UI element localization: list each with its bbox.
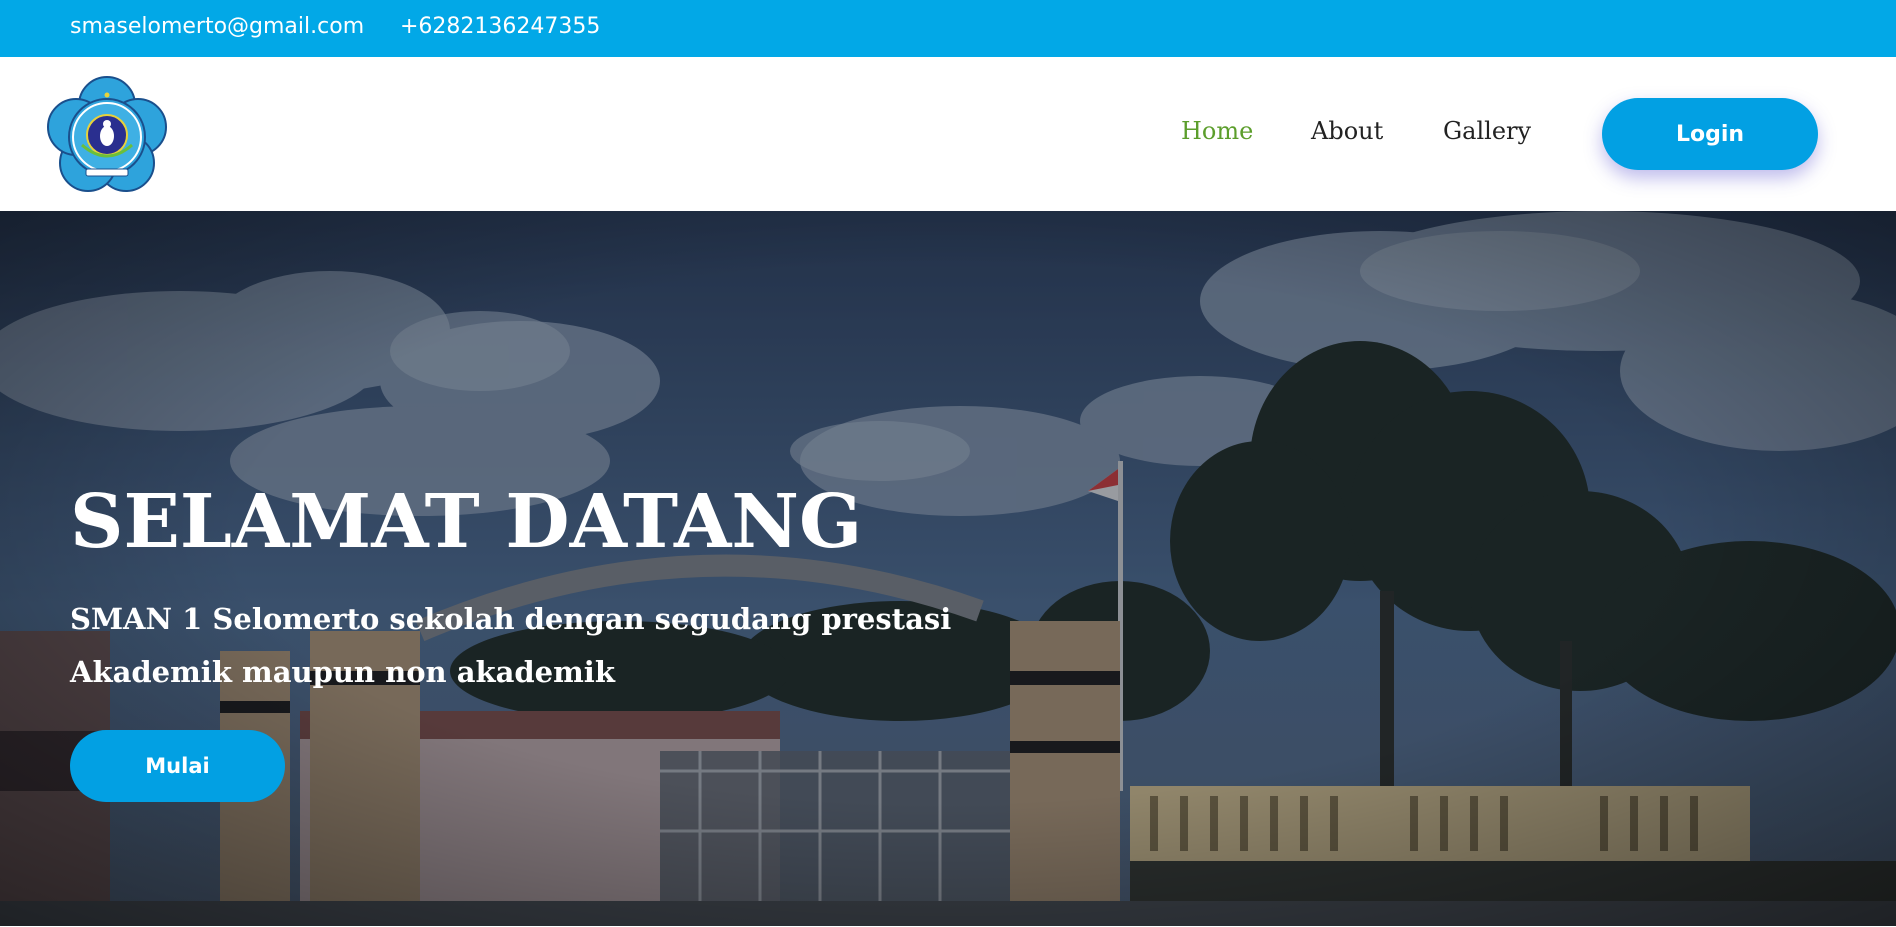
hero-banner: SELAMAT DATANG SMAN 1 Selomerto sekolah … bbox=[0, 211, 1896, 927]
contact-email[interactable]: smaselomerto@gmail.com bbox=[70, 14, 364, 39]
hero-title: SELAMAT DATANG bbox=[70, 479, 863, 565]
nav-home[interactable]: Home bbox=[1181, 117, 1253, 145]
hero-subtitle-line-1: SMAN 1 Selomerto sekolah dengan segudang… bbox=[70, 602, 952, 636]
contact-phone[interactable]: +6282136247355 bbox=[400, 14, 600, 39]
contact-bar: smaselomerto@gmail.com +6282136247355 bbox=[0, 0, 1896, 57]
hero-background-image bbox=[0, 211, 1896, 927]
mulai-button[interactable]: Mulai bbox=[70, 730, 285, 802]
nav-about[interactable]: About bbox=[1311, 117, 1383, 145]
hero-subtitle-line-2: Akademik maupun non akademik bbox=[70, 655, 615, 689]
school-emblem-icon[interactable] bbox=[46, 75, 168, 197]
site-header: Home About Gallery Login bbox=[0, 57, 1896, 211]
nav-gallery[interactable]: Gallery bbox=[1443, 117, 1531, 145]
login-button[interactable]: Login bbox=[1602, 98, 1818, 170]
